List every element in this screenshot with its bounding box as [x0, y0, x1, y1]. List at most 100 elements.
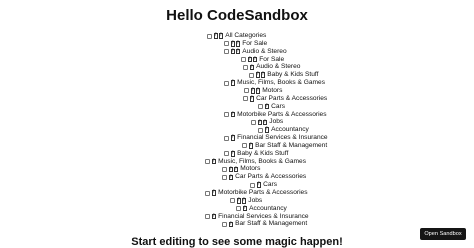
- missing-glyph-icon: ?: [235, 48, 241, 55]
- tree-item-label: Car Parts & Accessories: [235, 173, 307, 181]
- missing-glyph-icon: ?: [250, 88, 256, 94]
- tree-item-label: Baby & Kids Stuff: [237, 149, 289, 157]
- tree-item-checkbox[interactable]: [205, 214, 210, 220]
- tree-item[interactable]: ?? Jobs: [251, 118, 283, 126]
- page-title: Hello CodeSandbox: [166, 7, 308, 24]
- tree-item-checkbox[interactable]: [222, 166, 227, 172]
- tree-item[interactable]: ? Accountancy: [258, 126, 309, 134]
- tree-item[interactable]: ? Accountancy: [236, 205, 287, 213]
- tree-item-checkbox[interactable]: [249, 72, 254, 78]
- tree-item[interactable]: ?? All Categories: [207, 32, 266, 40]
- tree-item-checkbox[interactable]: [224, 112, 229, 117]
- tree-item-label: Financial Services & Insurance: [218, 212, 309, 220]
- tree-item-checkbox[interactable]: [207, 33, 212, 39]
- tree-item-checkbox[interactable]: [222, 174, 227, 180]
- tree-item-checkbox[interactable]: [250, 182, 255, 188]
- tree-item[interactable]: ? Music, Films, Books & Games: [224, 79, 325, 87]
- tree-item[interactable]: ? Bar Staff & Management: [242, 142, 327, 150]
- tree-item[interactable]: ? Cars: [250, 181, 277, 189]
- page: Hello CodeSandbox ?? All Categories?? For …: [0, 0, 474, 248]
- tree-item-checkbox[interactable]: [242, 143, 247, 149]
- missing-glyph-icon: ?: [256, 182, 262, 188]
- missing-glyph-icon: ?: [211, 190, 217, 196]
- tree-item-label: Audio & Stereo: [256, 63, 301, 71]
- tree-item-label: Cars: [271, 102, 285, 110]
- tree-item[interactable]: ? Audio & Stereo: [243, 63, 300, 71]
- missing-glyph-icon: ?: [230, 111, 236, 118]
- tree-item-checkbox[interactable]: [224, 80, 229, 86]
- missing-glyph-icon: ?: [228, 166, 234, 173]
- tree-item-checkbox[interactable]: [205, 190, 210, 196]
- tree-item[interactable]: ? Cars: [258, 103, 285, 111]
- tree-item-checkbox[interactable]: [236, 206, 241, 212]
- missing-glyph-icon: ?: [257, 119, 263, 126]
- missing-glyph-icon: ?: [230, 48, 236, 55]
- missing-glyph-icon: ?: [218, 33, 224, 39]
- tree-item[interactable]: ?? Audio & Stereo: [224, 48, 287, 56]
- tree-item-checkbox[interactable]: [224, 41, 229, 47]
- tree-item-checkbox[interactable]: [230, 198, 235, 204]
- missing-glyph-icon: ?: [264, 127, 270, 133]
- tree-item[interactable]: ?? Motors: [244, 87, 282, 95]
- missing-glyph-icon: ?: [230, 135, 236, 141]
- tree-item-label: Motorbike Parts & Accessories: [237, 110, 327, 118]
- tree-item-checkbox[interactable]: [222, 221, 227, 227]
- tree-item-checkbox[interactable]: [251, 119, 256, 125]
- missing-glyph-icon: ?: [228, 174, 234, 181]
- tree-item-checkbox[interactable]: [243, 64, 248, 70]
- tree-item[interactable]: ? Financial Services & Insurance: [224, 134, 328, 142]
- tree-item-label: Music, Films, Books & Games: [218, 157, 307, 165]
- tree-item-label: Bar Staff & Management: [235, 220, 308, 228]
- tree-item[interactable]: ? Car Parts & Accessories: [243, 95, 327, 103]
- missing-glyph-icon: ?: [242, 205, 248, 212]
- tree-item-label: Baby & Kids Stuff: [267, 71, 319, 79]
- tree-item-label: Jobs: [269, 118, 284, 126]
- tree-item-label: Motors: [240, 165, 261, 173]
- missing-glyph-icon: ?: [235, 41, 241, 47]
- tree-item[interactable]: ?? For Sale: [224, 40, 267, 48]
- tree-item-checkbox[interactable]: [258, 127, 263, 133]
- missing-glyph-icon: ?: [228, 221, 234, 228]
- tree-item-checkbox[interactable]: [258, 104, 263, 110]
- missing-glyph-icon: ?: [255, 72, 261, 79]
- tree-item-checkbox[interactable]: [224, 151, 229, 157]
- tree-item-checkbox[interactable]: [241, 57, 246, 63]
- tree-item-checkbox[interactable]: [224, 49, 229, 55]
- missing-glyph-icon: ?: [230, 150, 236, 157]
- tree-item-label: Audio & Stereo: [242, 47, 287, 55]
- tree-item-label: Accountancy: [271, 126, 309, 134]
- tree-item[interactable]: ?? Motors: [222, 165, 260, 173]
- tree-item[interactable]: ? Car Parts & Accessories: [222, 173, 306, 181]
- tree-item[interactable]: ?? Baby & Kids Stuff: [249, 71, 318, 79]
- missing-glyph-icon: ?: [233, 166, 239, 173]
- tree-item-checkbox[interactable]: [224, 135, 229, 141]
- tree-item[interactable]: ?? Jobs: [230, 197, 262, 205]
- tree-item[interactable]: ? Motorbike Parts & Accessories: [205, 189, 308, 197]
- tree-item-checkbox[interactable]: [244, 88, 249, 94]
- tree-item[interactable]: ? Financial Services & Insurance: [205, 213, 309, 221]
- tree-item[interactable]: ? Baby & Kids Stuff: [224, 150, 288, 158]
- missing-glyph-icon: ?: [213, 33, 219, 39]
- missing-glyph-icon: ?: [262, 119, 268, 126]
- missing-glyph-icon: ?: [211, 158, 217, 165]
- missing-glyph-icon: ?: [255, 88, 261, 94]
- tree-item[interactable]: ? Bar Staff & Management: [222, 220, 307, 228]
- missing-glyph-icon: ?: [236, 198, 242, 204]
- tree-item-checkbox[interactable]: [205, 159, 210, 165]
- tree-item-label: Jobs: [248, 196, 263, 204]
- missing-glyph-icon: ?: [249, 96, 255, 102]
- tree-item-checkbox[interactable]: [243, 96, 248, 102]
- tree-item-label: All Categories: [225, 32, 267, 39]
- page-subtitle: Start editing to see some magic happen!: [131, 236, 343, 248]
- missing-glyph-icon: ?: [230, 80, 236, 86]
- tree-item[interactable]: ? Music, Films, Books & Games: [205, 158, 306, 166]
- missing-glyph-icon: ?: [211, 213, 217, 220]
- missing-glyph-icon: ?: [260, 72, 266, 79]
- tree-item[interactable]: ? Motorbike Parts & Accessories: [224, 111, 327, 119]
- tree-item[interactable]: ?? For Sale: [241, 56, 284, 64]
- missing-glyph-icon: ?: [248, 143, 254, 149]
- open-sandbox-button[interactable]: Open Sandbox: [420, 228, 466, 240]
- missing-glyph-icon: ?: [241, 198, 247, 204]
- tree-item-label: Music, Films, Books & Games: [237, 79, 326, 87]
- tree-item-label: Accountancy: [249, 204, 287, 212]
